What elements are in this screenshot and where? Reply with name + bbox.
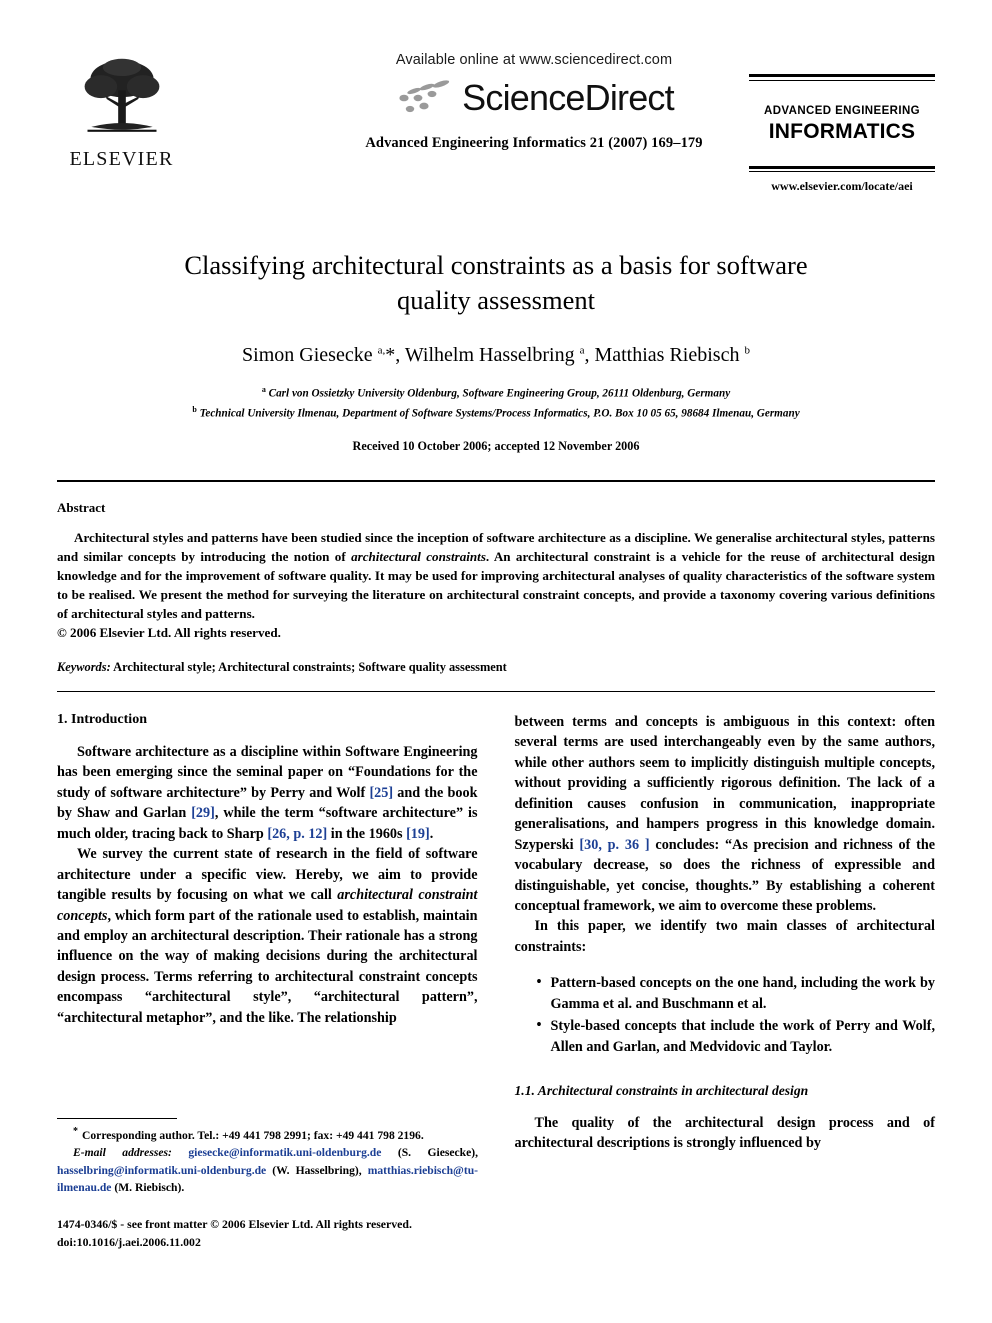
- corresponding-author-text: Corresponding author. Tel.: +49 441 798 …: [82, 1128, 424, 1142]
- badge-rule-bottom-thin: [749, 171, 935, 172]
- subsection-heading-1-1: 1.1. Architectural constraints in archit…: [514, 1083, 809, 1099]
- journal-citation-line: Advanced Engineering Informatics 21 (200…: [365, 135, 703, 151]
- list-item: Style-based concepts that include the wo…: [537, 1015, 936, 1057]
- keywords-value: Architectural style; Architectural const…: [113, 660, 507, 675]
- issn-front-matter-line: 1474-0346/$ - see front matter © 2006 El…: [57, 1217, 412, 1231]
- authors-text: Simon Giesecke a,*, Wilhelm Hasselbring …: [242, 343, 750, 366]
- sciencedirect-swoosh-icon: [399, 80, 450, 113]
- affiliation-a: a Carl von Ossietzky University Oldenbur…: [57, 384, 935, 403]
- architectural-constraint-classes-list: Pattern-based concepts on the one hand, …: [515, 972, 936, 1057]
- abstract-text: Architectural styles and patterns have b…: [57, 529, 935, 624]
- imprint-block: 1474-0346/$ - see front matter © 2006 El…: [57, 1216, 487, 1251]
- available-online-text: Available online at www.sciencedirect.co…: [395, 52, 673, 68]
- email-owner-hasselbring: (W. Hasselbring),: [272, 1163, 362, 1177]
- article-history: Received 10 October 2006; accepted 12 No…: [352, 439, 640, 454]
- journal-name-line2: INFORMATICS: [768, 119, 916, 143]
- right-column: between terms and concepts is ambiguous …: [515, 712, 936, 1252]
- email-addresses-label: E-mail addresses:: [73, 1146, 172, 1160]
- section-heading-introduction: 1. Introduction: [57, 712, 147, 728]
- sciencedirect-wordmark: ScienceDirect: [462, 77, 674, 118]
- affiliation-marker-a: a: [261, 384, 266, 394]
- article-title-block: Classifying architectural constraints as…: [57, 248, 935, 454]
- keywords-label: Keywords:: [57, 660, 111, 675]
- badge-rule-top-thick: [749, 74, 935, 77]
- abstract-copyright: © 2006 Elsevier Ltd. All rights reserved…: [57, 625, 281, 641]
- journal-homepage-url[interactable]: www.elsevier.com/locate/aei: [749, 179, 935, 194]
- paragraph-intro-2: We survey the current state of research …: [57, 844, 478, 1028]
- elsevier-tree-icon: [84, 58, 159, 132]
- citation-26[interactable]: [26, p. 12]: [267, 826, 327, 842]
- email-addresses-note: E-mail addresses: giesecke@informatik.un…: [57, 1144, 478, 1196]
- para1-text-d: in the 1960s: [327, 825, 407, 842]
- abstract-bottom-rule: [57, 691, 935, 693]
- affiliation-b: b Technical University Ilmenau, Departme…: [57, 404, 935, 423]
- email-link-giesecke[interactable]: giesecke@informatik.uni-oldenburg.de: [188, 1146, 381, 1159]
- citation-30[interactable]: [30, p. 36 ]: [579, 837, 649, 853]
- elsevier-logo: ELSEVIER: [64, 54, 179, 171]
- para1-text-e: .: [429, 825, 434, 842]
- sciencedirect-block: Available online at www.sciencedirect.co…: [264, 52, 804, 152]
- corresponding-author-note: * Corresponding author. Tel.: +49 441 798…: [57, 1124, 478, 1144]
- affiliation-a-text: Carl von Ossietzky University Oldenburg,…: [268, 387, 731, 400]
- corresponding-author-marker: *: [73, 1126, 78, 1137]
- footnote-separator-rule: [57, 1118, 177, 1119]
- rpara1-text-a: between terms and concepts is ambiguous …: [514, 714, 936, 853]
- footnote-block: * Corresponding author. Tel.: +49 441 798…: [57, 1118, 478, 1196]
- paragraph-right-2: In this paper, we identify two main clas…: [514, 918, 936, 955]
- abstract-heading: Abstract: [57, 500, 106, 516]
- paragraph-right-1: between terms and concepts is ambiguous …: [515, 712, 936, 916]
- elsevier-wordmark: ELSEVIER: [69, 148, 174, 170]
- email-link-hasselbring[interactable]: hasselbring@informatik.uni-oldenburg.de: [57, 1164, 266, 1177]
- journal-name-line1: ADVANCED ENGINEERING: [763, 104, 921, 117]
- badge-rule-top-thin: [749, 79, 935, 81]
- affiliation-b-text: Technical University Ilmenau, Department…: [199, 407, 800, 420]
- para2-text-b: , which form part of the rationale used …: [57, 907, 478, 1026]
- paragraph-right-3: The quality of the architectural design …: [514, 1115, 936, 1152]
- citation-29[interactable]: [29]: [191, 805, 215, 821]
- citation-25[interactable]: [25]: [369, 785, 393, 801]
- list-item: Pattern-based concepts on the one hand, …: [537, 972, 936, 1014]
- author-list: Simon Giesecke a,*, Wilhelm Hasselbring …: [57, 344, 935, 367]
- badge-rule-bottom-thick: [749, 165, 935, 169]
- citation-19[interactable]: [19]: [406, 826, 430, 842]
- email-owner-giesecke: (S. Giesecke),: [397, 1146, 479, 1160]
- journal-title-badge: ADVANCED ENGINEERING INFORMATICS www.els…: [749, 74, 935, 194]
- page-title: Classifying architectural constraints as…: [184, 250, 808, 315]
- email-owner-riebisch: (M. Riebisch).: [114, 1181, 185, 1195]
- article-first-page: ELSEVIER Available online at www.science…: [0, 0, 992, 1323]
- paragraph-intro-1: Software architecture as a discipline wi…: [57, 742, 478, 844]
- affiliation-marker-b: b: [192, 405, 197, 415]
- doi-line[interactable]: doi:10.1016/j.aei.2006.11.002: [57, 1234, 487, 1252]
- keywords-line: Keywords: Architectural style; Architect…: [57, 660, 935, 675]
- sciencedirect-logo: ScienceDirect: [264, 78, 804, 118]
- abstract-top-rule: [57, 480, 935, 483]
- journal-masthead: ELSEVIER Available online at www.science…: [57, 52, 935, 202]
- abstract-emphasis: architectural constraints: [351, 549, 486, 565]
